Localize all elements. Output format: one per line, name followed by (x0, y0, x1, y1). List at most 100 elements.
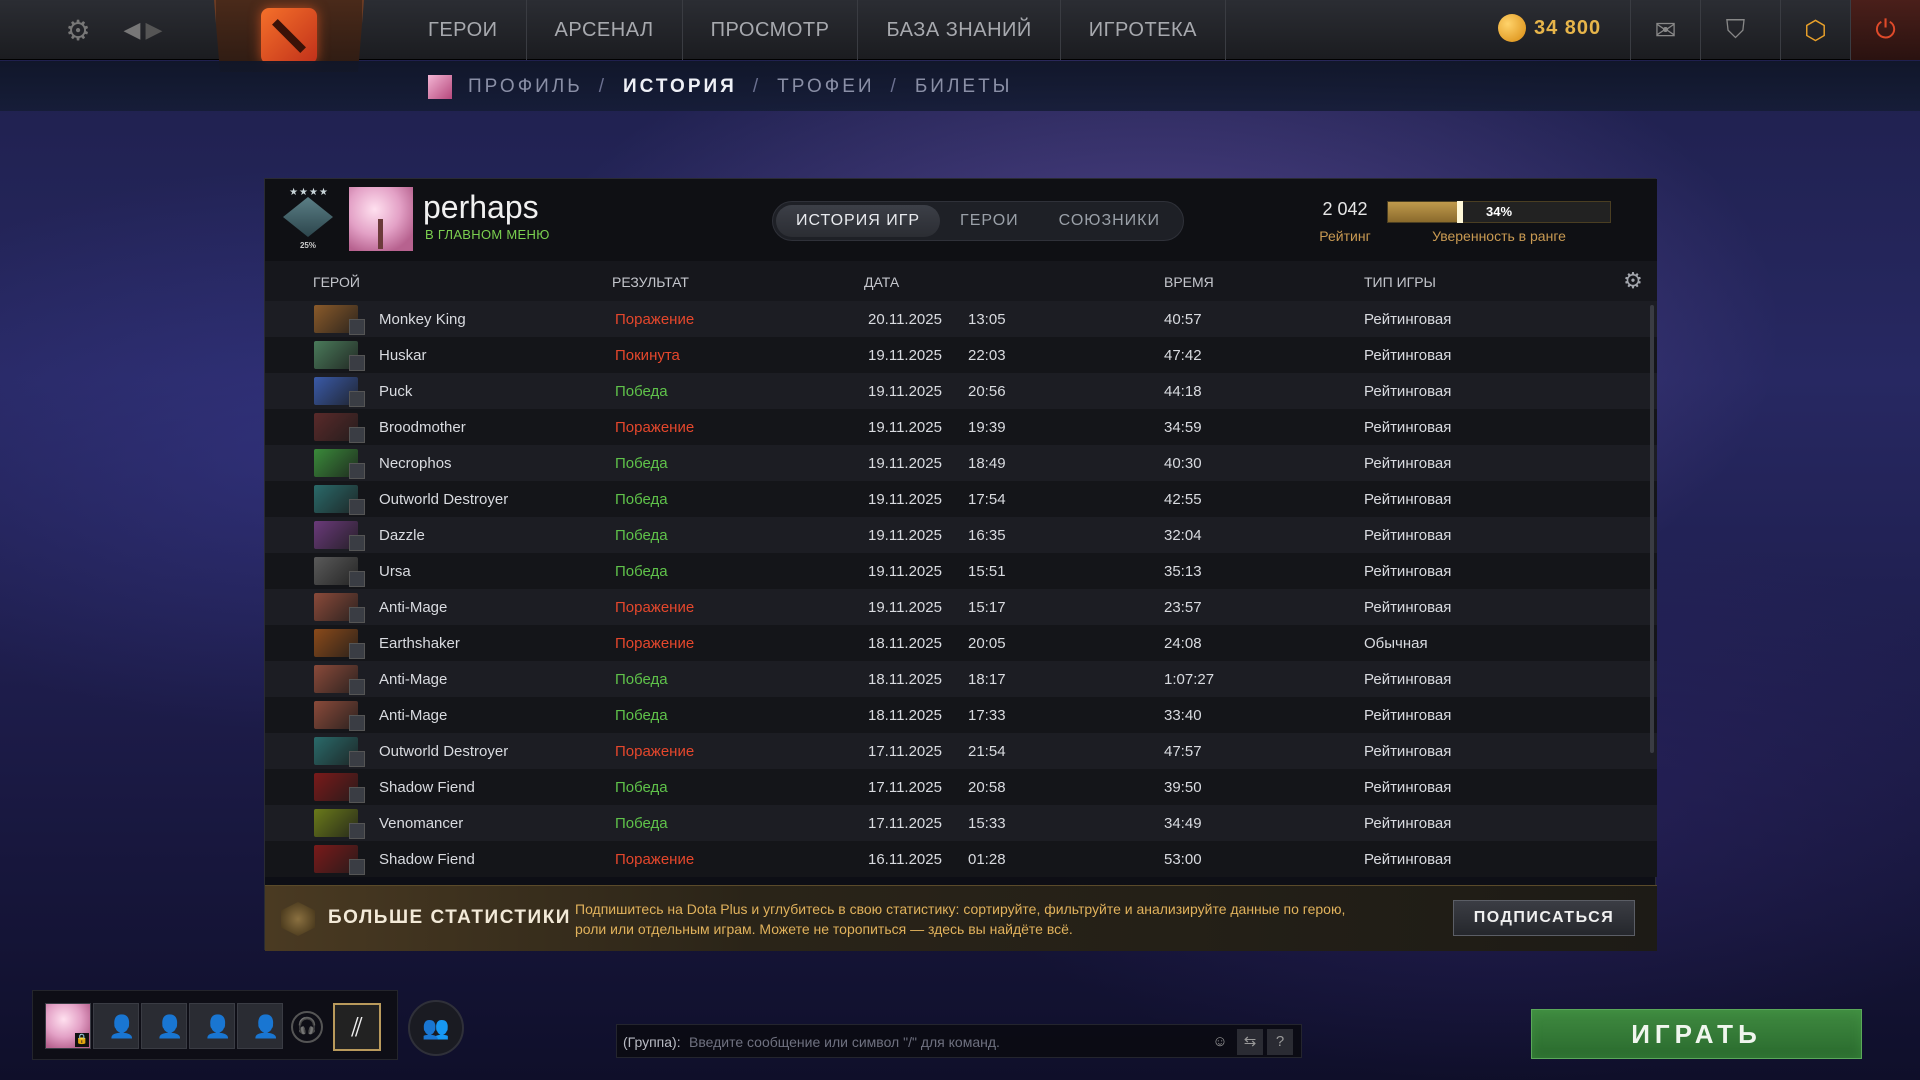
emoji-icon[interactable]: ☺ (1207, 1029, 1233, 1055)
role-icon (349, 679, 365, 695)
table-row[interactable]: Ursa Победа 19.11.2025 15:51 35:13 Рейтингова… (265, 553, 1657, 589)
match-time: 16:35 (968, 527, 1006, 544)
table-row[interactable]: Anti-Mage Победа 18.11.2025 18:17 1:07:27 Рей… (265, 661, 1657, 697)
avatar[interactable] (349, 187, 413, 251)
forward-icon[interactable]: ▶ (136, 12, 172, 48)
help-icon[interactable]: ? (1267, 1029, 1293, 1055)
subnav-separator: / (752, 76, 762, 97)
game-type: Рейтинговая (1364, 563, 1452, 580)
table-row[interactable]: Dazzle Победа 19.11.2025 16:35 32:04 Рейтинго… (265, 517, 1657, 553)
nav-heroes[interactable]: ГЕРОИ (400, 0, 527, 60)
match-date: 19.11.2025 (868, 455, 942, 472)
subnav-trophies[interactable]: ТРОФЕИ (777, 76, 874, 98)
person-icon: 👤 (108, 1014, 136, 1039)
subnav-profile[interactable]: ПРОФИЛЬ (468, 76, 583, 98)
table-row[interactable]: Venomancer Победа 17.11.2025 15:33 34:49 Рейт… (265, 805, 1657, 841)
subscribe-button[interactable]: ПОДПИСАТЬСЯ (1453, 900, 1635, 936)
col-duration[interactable]: ВРЕМЯ (1164, 274, 1214, 290)
role-icon (349, 427, 365, 443)
rank-medal-icon[interactable]: ★★★★ 25% (275, 187, 341, 253)
match-time: 19:39 (968, 419, 1006, 436)
table-row[interactable]: Shadow Fiend Победа 17.11.2025 20:58 39:50 Ре… (265, 769, 1657, 805)
role-icon (349, 823, 365, 839)
nav-arcade[interactable]: ИГРОТЕКА (1061, 0, 1226, 60)
subnav-history[interactable]: ИСТОРИЯ (623, 76, 737, 98)
rank-confidence-bar: 34% (1387, 201, 1611, 223)
match-result: Поражение (615, 635, 695, 652)
mail-icon[interactable]: ✉ (1630, 0, 1700, 60)
table-row[interactable]: Earthshaker Поражение 18.11.2025 20:05 24:08… (265, 625, 1657, 661)
subnav-tickets[interactable]: БИЛЕТЫ (915, 76, 1013, 98)
table-row[interactable]: Monkey King Поражение 20.11.2025 13:05 40:57… (265, 301, 1657, 337)
col-hero[interactable]: ГЕРОЙ (313, 274, 360, 290)
match-result: Поражение (615, 743, 695, 760)
chat-wheel-icon[interactable]: ⇆ (1237, 1029, 1263, 1055)
gold-display[interactable]: 34 800 (1498, 14, 1601, 42)
col-result[interactable]: РЕЗУЛЬТАТ (612, 274, 689, 290)
party-slot-empty[interactable]: 👤 (141, 1003, 187, 1049)
match-result: Победа (615, 527, 668, 544)
play-button[interactable]: ИГРАТЬ (1531, 1009, 1862, 1059)
tab-allies[interactable]: СОЮЗНИКИ (1039, 205, 1180, 237)
match-result: Победа (615, 671, 668, 688)
col-game-type[interactable]: ТИП ИГРЫ (1364, 274, 1436, 290)
person-icon: 👤 (156, 1014, 184, 1039)
role-icon (349, 715, 365, 731)
person-icon: 👤 (252, 1014, 280, 1039)
match-result: Победа (615, 455, 668, 472)
col-date[interactable]: ДАТА (864, 274, 899, 290)
match-time: 13:05 (968, 311, 1006, 328)
dota-plus-icon[interactable]: ⬡ (1780, 0, 1850, 60)
match-result: Покинута (615, 347, 680, 364)
chat-input[interactable] (689, 1031, 1189, 1053)
subnav-separator: / (598, 76, 608, 97)
match-date: 19.11.2025 (868, 527, 942, 544)
table-row[interactable]: Anti-Mage Победа 18.11.2025 17:33 33:40 Рейти… (265, 697, 1657, 733)
party-slot-self[interactable]: 🔒 (45, 1003, 91, 1049)
party-bar: 🔒 👤 👤 👤 👤 🎧 ⫽ (32, 990, 398, 1060)
table-row[interactable]: Necrophos Победа 19.11.2025 18:49 40:30 Рейти… (265, 445, 1657, 481)
table-row[interactable]: Broodmother Поражение 19.11.2025 19:39 34:59… (265, 409, 1657, 445)
hero-name: Necrophos (379, 455, 452, 472)
tab-heroes[interactable]: ГЕРОИ (940, 205, 1039, 237)
player-status: В ГЛАВНОМ МЕНЮ (425, 227, 550, 242)
nav-watch[interactable]: ПРОСМОТР (683, 0, 859, 60)
rank-confidence-percent: 34% (1485, 204, 1513, 219)
table-row[interactable]: Puck Победа 19.11.2025 20:56 44:18 Рейтингова… (265, 373, 1657, 409)
table-row[interactable]: Huskar Покинута 19.11.2025 22:03 47:42 Рейтин… (265, 337, 1657, 373)
table-row[interactable]: Outworld Destroyer Победа 19.11.2025 17:54 4… (265, 481, 1657, 517)
game-type: Рейтинговая (1364, 815, 1452, 832)
armory-icon[interactable]: ⛉ (1700, 0, 1770, 60)
hero-name: Outworld Destroyer (379, 743, 509, 760)
voice-chat-icon[interactable]: 🎧 (291, 1011, 323, 1043)
scrollbar[interactable] (1650, 305, 1654, 753)
tab-match-history[interactable]: ИСТОРИЯ ИГР (776, 205, 941, 237)
coach-icon[interactable]: ⫽ (333, 1003, 381, 1051)
power-icon[interactable]: ⏻ (1850, 0, 1920, 60)
match-duration: 40:57 (1164, 311, 1202, 328)
game-type: Рейтинговая (1364, 527, 1452, 544)
table-settings-gear-icon[interactable]: ⚙ (1621, 269, 1645, 293)
chat-channel[interactable]: (Группа): (623, 1034, 681, 1050)
game-type: Рейтинговая (1364, 491, 1452, 508)
panel-header: ★★★★ 25% perhaps В ГЛАВНОМ МЕНЮ ИСТОРИЯ … (265, 179, 1657, 261)
party-slot-empty[interactable]: 👤 (237, 1003, 283, 1049)
nav-armory[interactable]: АРСЕНАЛ (527, 0, 683, 60)
match-duration: 39:50 (1164, 779, 1202, 796)
friends-icon[interactable]: 👥 (408, 1000, 464, 1056)
party-slot-empty[interactable]: 👤 (93, 1003, 139, 1049)
gear-icon[interactable]: ⚙ (60, 12, 96, 48)
party-slot-empty[interactable]: 👤 (189, 1003, 235, 1049)
table-row[interactable]: Anti-Mage Поражение 19.11.2025 15:17 23:57 Ре… (265, 589, 1657, 625)
role-icon (349, 751, 365, 767)
table-row[interactable]: Outworld Destroyer Поражение 17.11.2025 21:… (265, 733, 1657, 769)
table-row[interactable]: Shadow Fiend Поражение 16.11.2025 01:28 53:0… (265, 841, 1657, 877)
match-time: 20:05 (968, 635, 1006, 652)
rating-label: Рейтинг (1319, 228, 1371, 244)
hero-name: Earthshaker (379, 635, 460, 652)
match-result: Победа (615, 491, 668, 508)
role-icon (349, 499, 365, 515)
match-duration: 47:42 (1164, 347, 1202, 364)
gold-icon (1498, 14, 1526, 42)
nav-knowledge-base[interactable]: БАЗА ЗНАНИЙ (858, 0, 1061, 60)
